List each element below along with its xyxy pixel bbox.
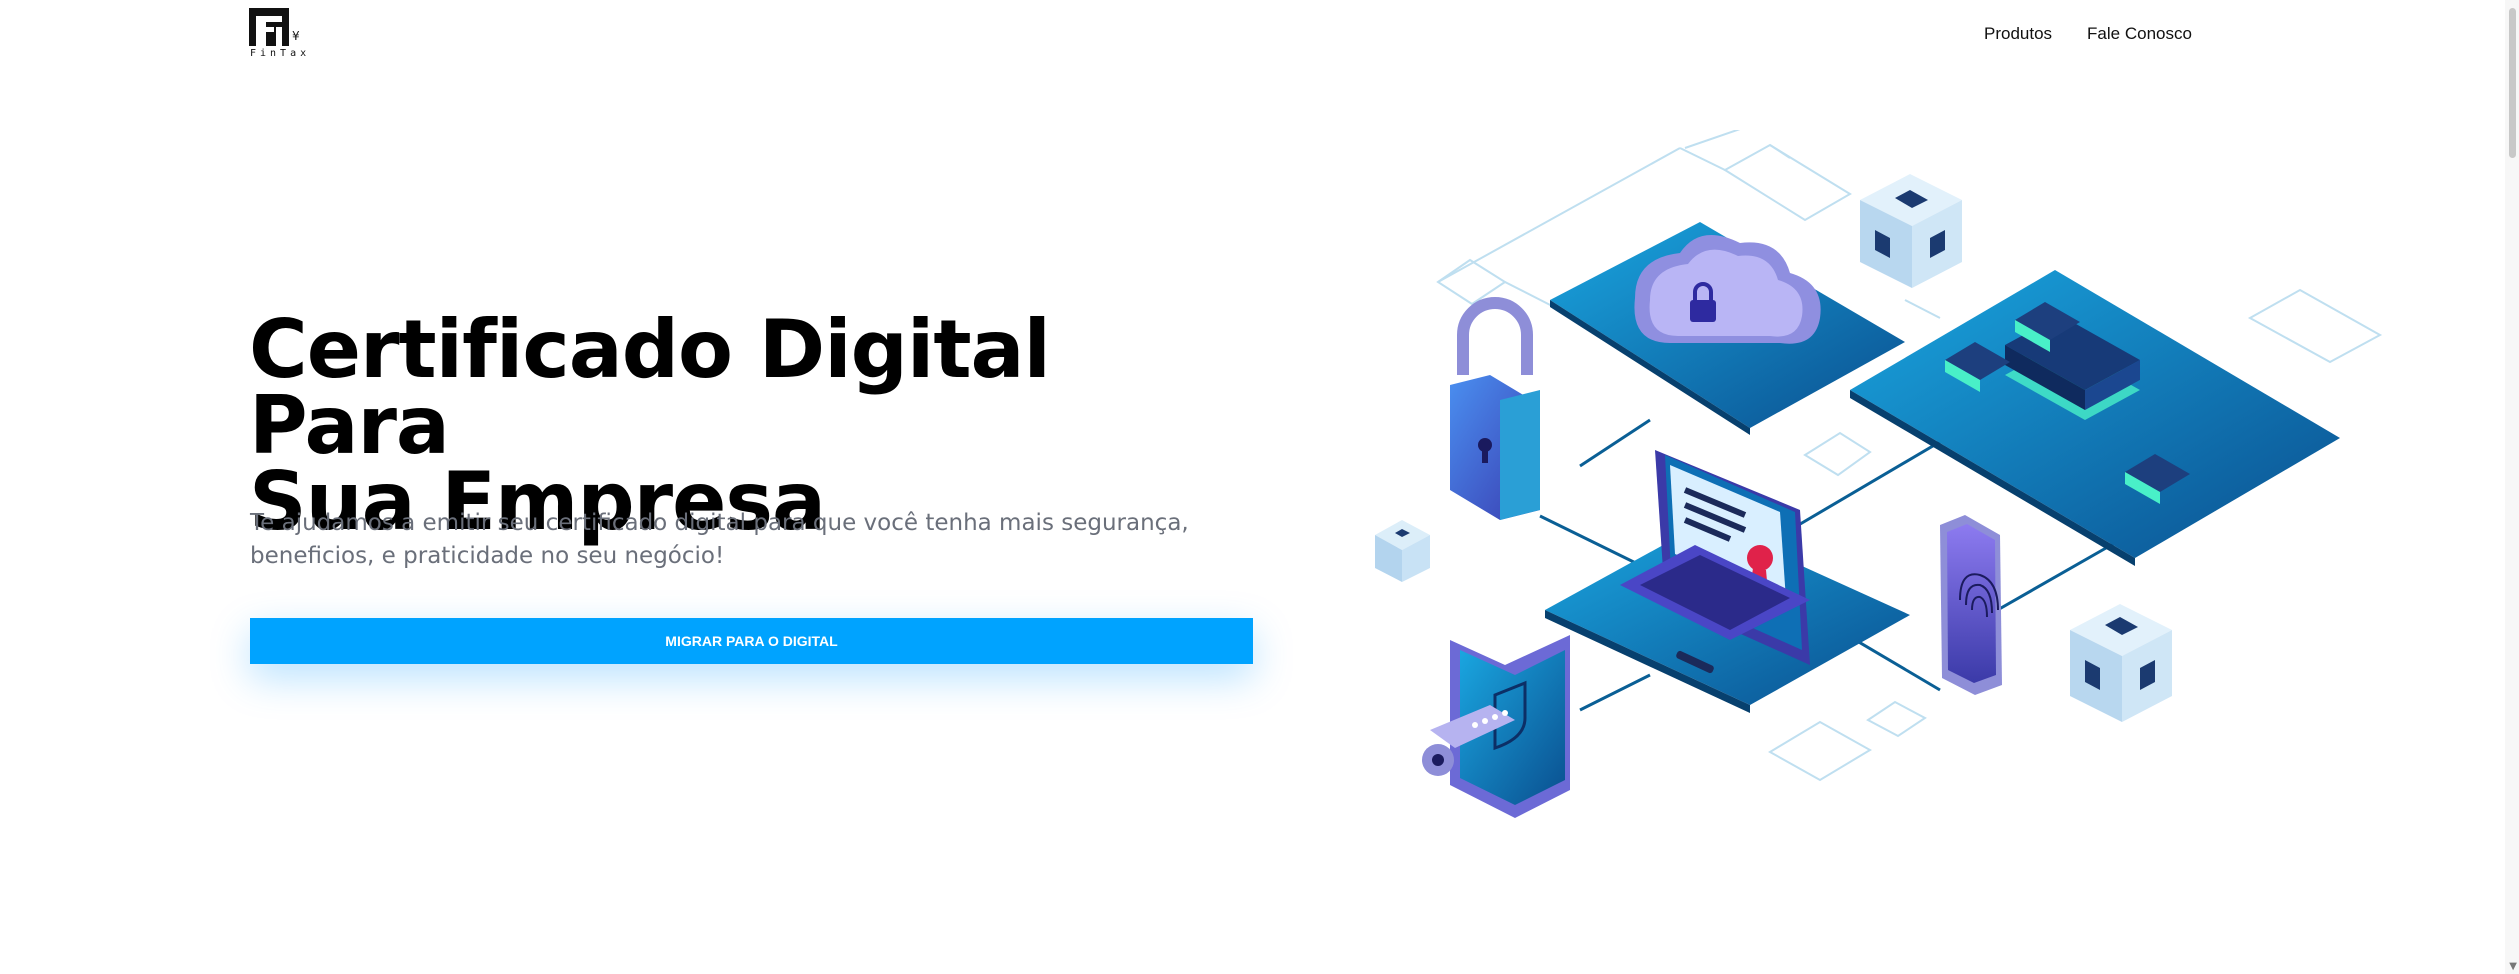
migrate-digital-button[interactable]: MIGRAR PARA O DIGITAL (250, 618, 1253, 664)
cube-top (1860, 174, 1962, 288)
cloud-lock-platform (1550, 222, 1905, 435)
nav-produtos-link[interactable]: Produtos (1984, 24, 2052, 44)
svg-text:¥: ¥ (292, 29, 300, 43)
logo-text: FinTax (250, 48, 311, 59)
hero-title-line-1: Certificado Digital Para (249, 303, 1051, 472)
cube-bottom-right (2070, 604, 2172, 722)
digital-security-illustration (1350, 127, 2400, 830)
top-nav: Produtos Fale Conosco (1984, 24, 2192, 44)
nav-fale-conosco-link[interactable]: Fale Conosco (2087, 24, 2192, 44)
hero-subtitle: Te ajudamos a emitir seu certificado dig… (250, 510, 1189, 569)
fingerprint-phone-icon (1940, 515, 2002, 695)
page-scrollbar[interactable]: ▼ (2505, 0, 2519, 974)
isometric-security-illustration (1375, 127, 2383, 818)
laptop-platform (1545, 450, 1910, 713)
server-platform (1850, 270, 2340, 566)
scroll-down-arrow-icon[interactable]: ▼ (2509, 961, 2517, 972)
hero-title: Certificado Digital Para Sua Empresa (249, 310, 1249, 542)
secure-folder-icon (1422, 635, 1570, 818)
small-cube-left (1375, 520, 1430, 582)
padlock-icon (1450, 297, 1540, 520)
scrollbar-thumb[interactable] (2509, 8, 2516, 158)
